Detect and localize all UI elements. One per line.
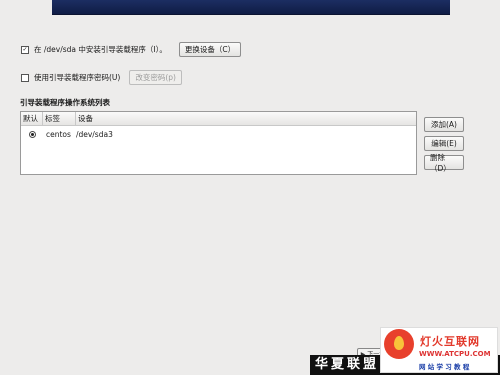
flame-icon	[394, 336, 404, 350]
bootloader-password-row: 使用引导装载程序密码(U) 改变密码(p)	[21, 70, 182, 85]
column-device[interactable]: 设备	[76, 112, 416, 125]
logo-url: WWW.ATCPU.COM	[419, 350, 491, 358]
logo-title: 灯火互联网	[420, 335, 480, 348]
os-device: /dev/sda3	[75, 129, 113, 139]
os-label: centos	[46, 129, 71, 139]
os-list-title: 引导装载程序操作系统列表	[20, 98, 110, 107]
table-row[interactable]: centos /dev/sda3	[21, 127, 416, 141]
install-bootloader-label: 在 /dev/sda 中安装引导装载程序（I）。	[34, 45, 167, 54]
install-bootloader-checkbox[interactable]: ✓	[21, 45, 29, 54]
install-bootloader-row: ✓ 在 /dev/sda 中安装引导装载程序（I）。 更换设备（C）	[21, 42, 242, 57]
bootloader-password-checkbox[interactable]	[21, 73, 29, 82]
radio-selected-dot	[31, 132, 34, 136]
delete-button[interactable]: 删除（D）	[424, 153, 464, 173]
change-device-button[interactable]: 更换设备（C）	[178, 42, 242, 57]
change-password-button[interactable]: 改变密码(p)	[129, 70, 182, 85]
installer-banner	[52, 0, 450, 15]
os-list-actions: 添加(A) 编辑(E) 删除（D）	[424, 117, 464, 173]
default-radio[interactable]	[29, 130, 36, 138]
bootloader-config-screen: ✓ 在 /dev/sda 中安装引导装载程序（I）。 更换设备（C） 使用引导装…	[0, 0, 500, 375]
edit-button[interactable]: 编辑(E)	[424, 136, 464, 151]
bootloader-password-label: 使用引导装载程序密码(U)	[34, 73, 121, 82]
logo-subtitle: 网 站 学 习 教 程	[419, 363, 470, 371]
watermark-text: 华夏联盟	[315, 357, 380, 372]
add-button[interactable]: 添加(A)	[424, 117, 464, 132]
os-list-table: 默认 标签 设备 centos /dev/sda3	[20, 111, 417, 175]
column-default[interactable]: 默认	[21, 112, 43, 125]
column-label[interactable]: 标签	[43, 112, 76, 125]
os-list-header: 默认 标签 设备	[21, 112, 416, 126]
